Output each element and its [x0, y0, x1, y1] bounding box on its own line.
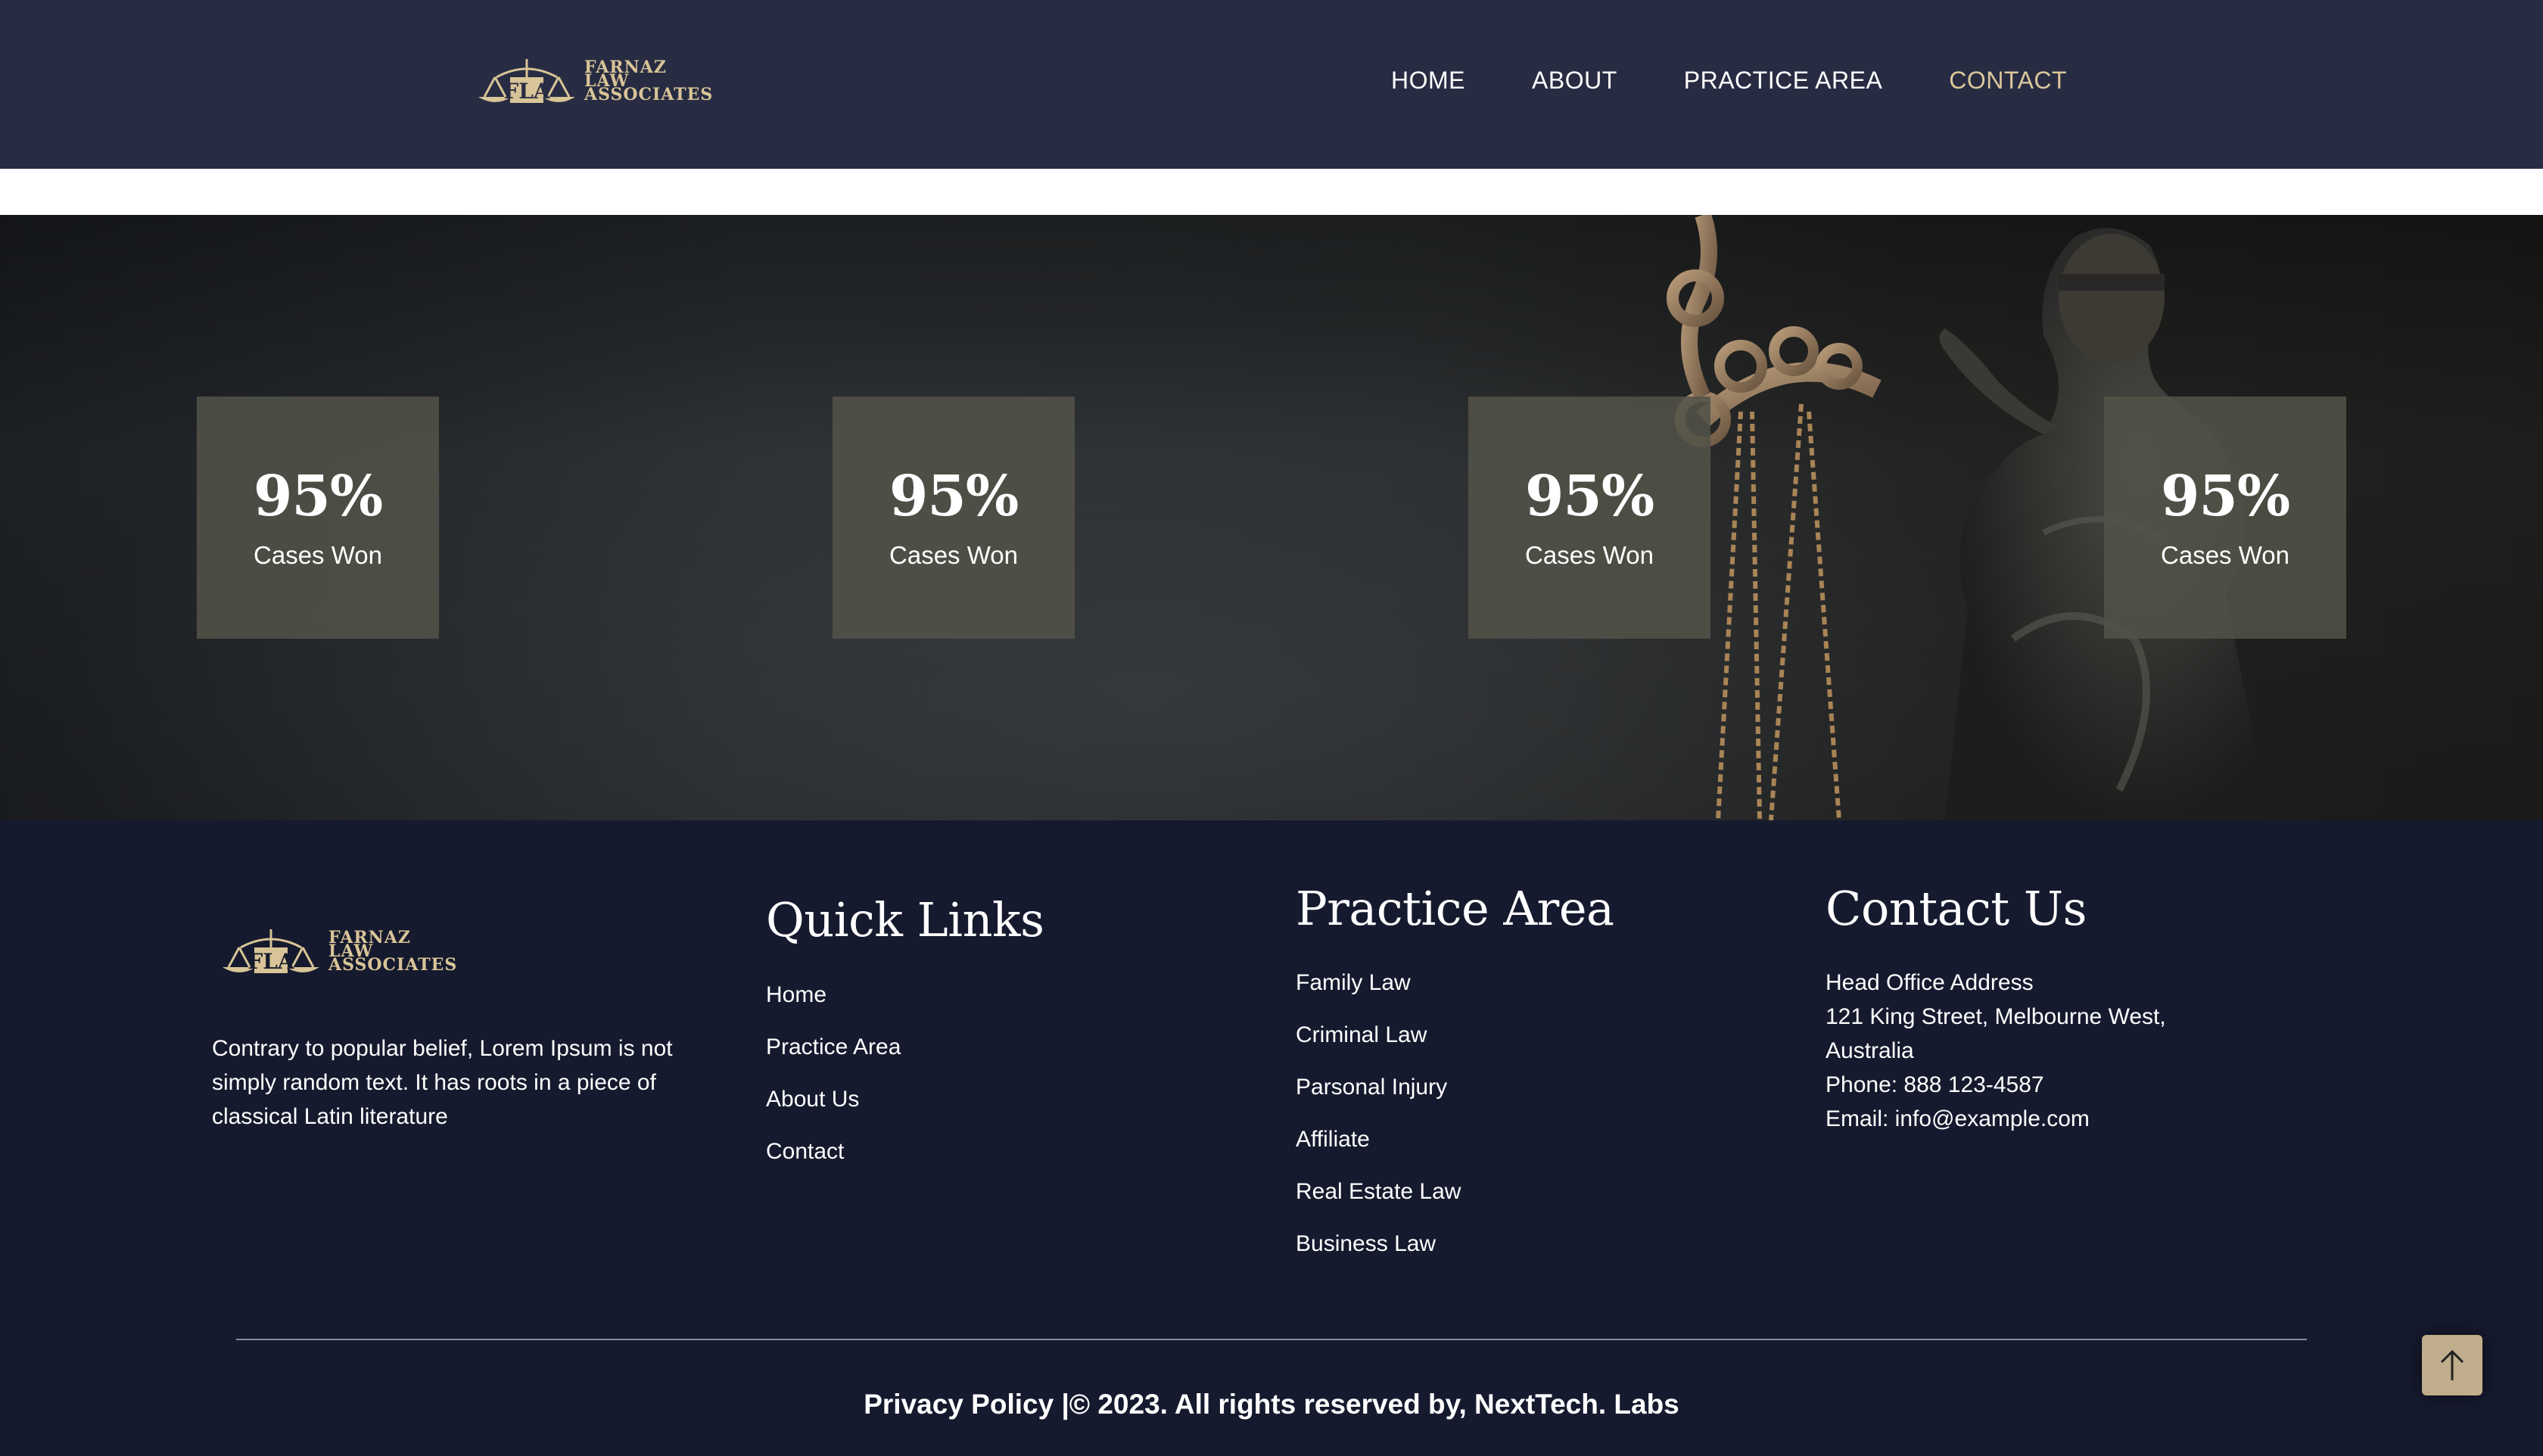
- logo-line: ASSOCIATES: [328, 955, 458, 975]
- footer-link-contact[interactable]: Contact: [766, 1125, 901, 1178]
- logo-wordmark: FARNAZ LAW ASSOCIATES: [584, 59, 714, 104]
- footer-link-family-law[interactable]: Family Law: [1296, 957, 1461, 1009]
- arrow-up-icon: [2440, 1349, 2464, 1380]
- stat-value: 95%: [1524, 464, 1654, 529]
- logo-wordmark: FARNAZ LAW ASSOCIATES: [328, 929, 458, 975]
- footer-divider: [236, 1339, 2307, 1340]
- stat-card: 95% Cases Won: [833, 397, 1075, 639]
- scales-logo-icon: FLA: [223, 929, 319, 974]
- contact-email[interactable]: Email: info@example.com: [1826, 1102, 2166, 1136]
- scales-logo-icon: FLA: [478, 59, 575, 104]
- copyright-text: Privacy Policy |© 2023. All rights reser…: [864, 1389, 1679, 1420]
- footer-link-affiliate[interactable]: Affiliate: [1296, 1113, 1461, 1165]
- contact-office-label: Head Office Address: [1826, 970, 2034, 995]
- contact-phone[interactable]: Phone: 888 123-4587: [1826, 1068, 2166, 1102]
- footer-link-personal-injury[interactable]: Parsonal Injury: [1296, 1061, 1461, 1113]
- stat-value: 95%: [889, 464, 1019, 529]
- nav-about[interactable]: ABOUT: [1532, 67, 1617, 95]
- nav-contact[interactable]: CONTACT: [1949, 67, 2067, 95]
- contact-heading: Contact Us: [1826, 881, 2087, 936]
- svg-text:FLA: FLA: [503, 79, 551, 104]
- quick-links-list: Home Practice Area About Us Contact: [766, 969, 901, 1178]
- white-divider-strip: [0, 169, 2543, 215]
- stat-value: 95%: [253, 464, 383, 529]
- stat-label: Cases Won: [2161, 541, 2289, 569]
- contact-details: Head Office Address 121 King Street, Mel…: [1826, 966, 2166, 1136]
- nav-practice-area[interactable]: PRACTICE AREA: [1684, 67, 1883, 95]
- svg-text:FLA: FLA: [247, 949, 295, 974]
- nav-home[interactable]: HOME: [1391, 67, 1465, 95]
- footer-link-about-us[interactable]: About Us: [766, 1073, 901, 1125]
- site-logo[interactable]: FLA FARNAZ LAW ASSOCIATES: [474, 54, 713, 107]
- scroll-to-top-button[interactable]: [2422, 1335, 2482, 1395]
- footer-link-business-law[interactable]: Business Law: [1296, 1218, 1461, 1270]
- footer-link-home[interactable]: Home: [766, 969, 901, 1021]
- footer-link-criminal-law[interactable]: Criminal Law: [1296, 1009, 1461, 1061]
- quick-links-heading: Quick Links: [766, 892, 1044, 947]
- site-header: FLA FARNAZ LAW ASSOCIATES HOME ABOUT PRA…: [0, 0, 2543, 169]
- stat-value: 95%: [2160, 464, 2290, 529]
- footer-about-text: Contrary to popular belief, Lorem Ipsum …: [212, 1036, 673, 1129]
- stat-card: 95% Cases Won: [197, 397, 439, 639]
- footer-link-real-estate-law[interactable]: Real Estate Law: [1296, 1165, 1461, 1218]
- main-nav: HOME ABOUT PRACTICE AREA CONTACT: [1391, 67, 2067, 95]
- logo-line: ASSOCIATES: [584, 85, 714, 104]
- footer-link-practice-area[interactable]: Practice Area: [766, 1021, 901, 1073]
- practice-area-heading: Practice Area: [1296, 881, 1614, 936]
- stat-label: Cases Won: [889, 541, 1018, 569]
- footer-logo[interactable]: FLA FARNAZ LAW ASSOCIATES: [218, 925, 457, 978]
- contact-address-country: Australia: [1826, 1038, 1914, 1063]
- stats-section: 95% Cases Won 95% Cases Won 95% Cases Wo…: [0, 215, 2543, 820]
- stat-card: 95% Cases Won: [1468, 397, 1710, 639]
- stat-label: Cases Won: [1525, 541, 1654, 569]
- stat-card: 95% Cases Won: [2104, 397, 2346, 639]
- practice-area-list: Family Law Criminal Law Parsonal Injury …: [1296, 957, 1461, 1270]
- stat-label: Cases Won: [254, 541, 382, 569]
- contact-address-line: 121 King Street, Melbourne West,: [1826, 1004, 2166, 1029]
